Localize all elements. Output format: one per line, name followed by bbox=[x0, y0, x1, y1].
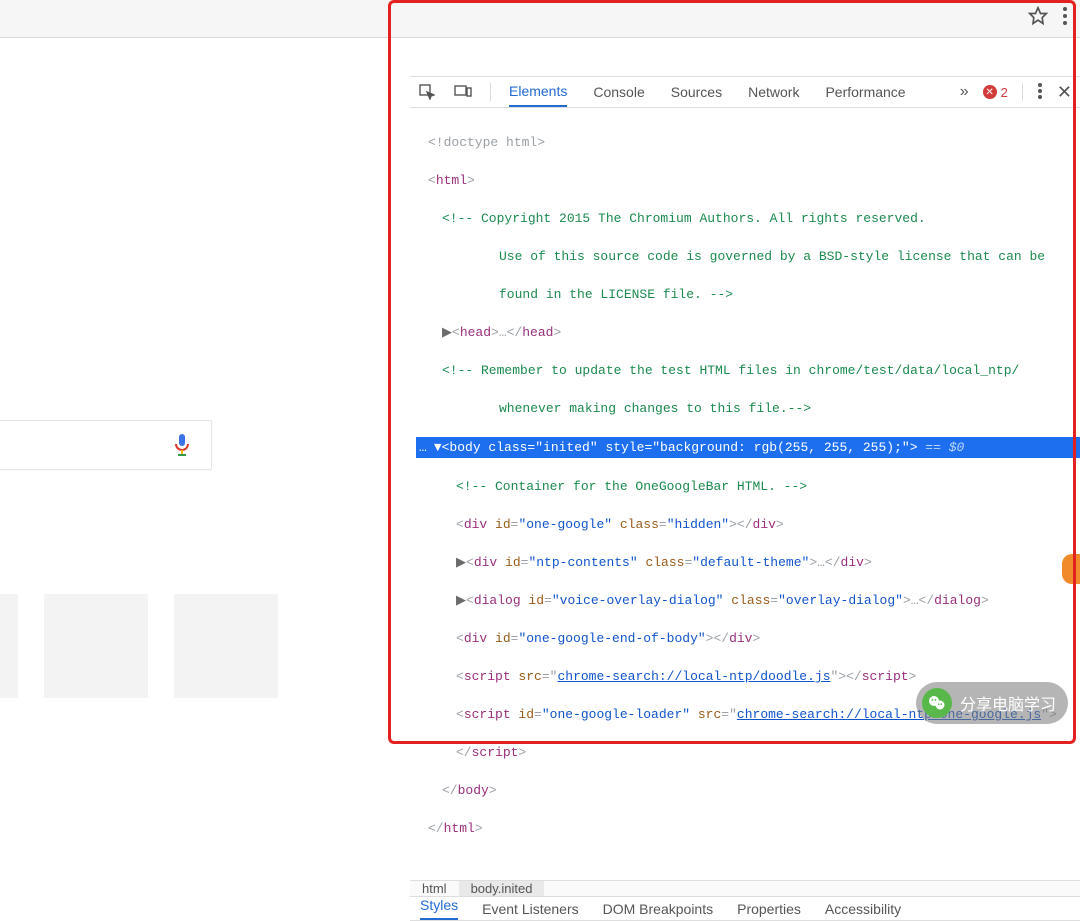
microphone-icon[interactable] bbox=[173, 432, 191, 458]
devtools-panel: Elements Console Sources Network Perform… bbox=[410, 76, 1080, 758]
wechat-watermark: 分享电脑学习 bbox=[916, 682, 1068, 724]
bookmark-star-icon[interactable] bbox=[1028, 6, 1048, 26]
dom-node[interactable]: ▶<div id="ntp-contents" class="default-t… bbox=[416, 553, 1080, 572]
page-content-left bbox=[0, 38, 388, 758]
device-toolbar-icon[interactable] bbox=[454, 83, 472, 101]
dom-node[interactable]: <div id="one-google-end-of-body"></div> bbox=[416, 629, 1080, 648]
search-box[interactable] bbox=[0, 420, 212, 470]
styles-subtabs: Styles Event Listeners DOM Breakpoints P… bbox=[410, 897, 1080, 921]
inspect-element-icon[interactable] bbox=[418, 83, 436, 101]
thumbnail[interactable] bbox=[44, 594, 148, 698]
devtools-tabs: Elements Console Sources Network Perform… bbox=[509, 77, 906, 107]
wechat-text: 分享电脑学习 bbox=[960, 691, 1056, 715]
dom-doctype: <!doctype html> bbox=[428, 135, 545, 150]
side-handle-icon[interactable] bbox=[1062, 554, 1080, 584]
elements-dom-tree[interactable]: <!doctype html> <html> <!-- Copyright 20… bbox=[410, 108, 1080, 880]
selected-body-node[interactable]: …▼<body class="inited" style="background… bbox=[416, 437, 1080, 458]
subtab-properties[interactable]: Properties bbox=[737, 901, 801, 917]
error-badge[interactable]: ✕ 2 bbox=[983, 85, 1008, 100]
error-dot-icon: ✕ bbox=[983, 85, 997, 99]
expand-triangle-icon[interactable]: ▶ bbox=[456, 553, 466, 572]
tab-elements[interactable]: Elements bbox=[509, 77, 567, 107]
browser-menu-icon[interactable] bbox=[1062, 6, 1068, 26]
wechat-avatar-icon bbox=[922, 688, 952, 718]
expand-triangle-icon[interactable]: ▶ bbox=[442, 323, 452, 342]
tab-sources[interactable]: Sources bbox=[671, 78, 722, 106]
error-count: 2 bbox=[1001, 85, 1008, 100]
separator bbox=[490, 83, 491, 101]
browser-address-strip bbox=[0, 0, 1080, 38]
separator bbox=[1022, 83, 1023, 101]
crumb-body[interactable]: body.inited bbox=[459, 881, 545, 896]
crumb-html[interactable]: html bbox=[410, 881, 459, 896]
dom-node[interactable]: ▶<dialog id="voice-overlay-dialog" class… bbox=[416, 591, 1080, 610]
subtab-styles[interactable]: Styles bbox=[420, 897, 458, 920]
devtools-toolbar: Elements Console Sources Network Perform… bbox=[410, 77, 1080, 108]
subtab-dom-breakpoints[interactable]: DOM Breakpoints bbox=[603, 901, 713, 917]
tab-console[interactable]: Console bbox=[593, 78, 644, 106]
elements-breadcrumb[interactable]: html body.inited bbox=[410, 880, 1080, 897]
more-tabs-icon[interactable]: » bbox=[960, 83, 969, 101]
subtab-accessibility[interactable]: Accessibility bbox=[825, 901, 901, 917]
dom-node[interactable]: <div id="one-google" class="hidden"></di… bbox=[416, 515, 1080, 534]
expand-triangle-icon[interactable]: ▶ bbox=[456, 591, 466, 610]
dom-comment: <!-- Copyright 2015 The Chromium Authors… bbox=[442, 211, 926, 226]
tab-performance[interactable]: Performance bbox=[825, 78, 905, 106]
ntp-thumbnails bbox=[0, 594, 278, 698]
subtab-event-listeners[interactable]: Event Listeners bbox=[482, 901, 579, 917]
devtools-menu-icon[interactable] bbox=[1037, 82, 1043, 103]
tab-network[interactable]: Network bbox=[748, 78, 799, 106]
thumbnail[interactable] bbox=[0, 594, 18, 698]
close-devtools-icon[interactable]: ✕ bbox=[1057, 82, 1072, 103]
thumbnail[interactable] bbox=[174, 594, 278, 698]
